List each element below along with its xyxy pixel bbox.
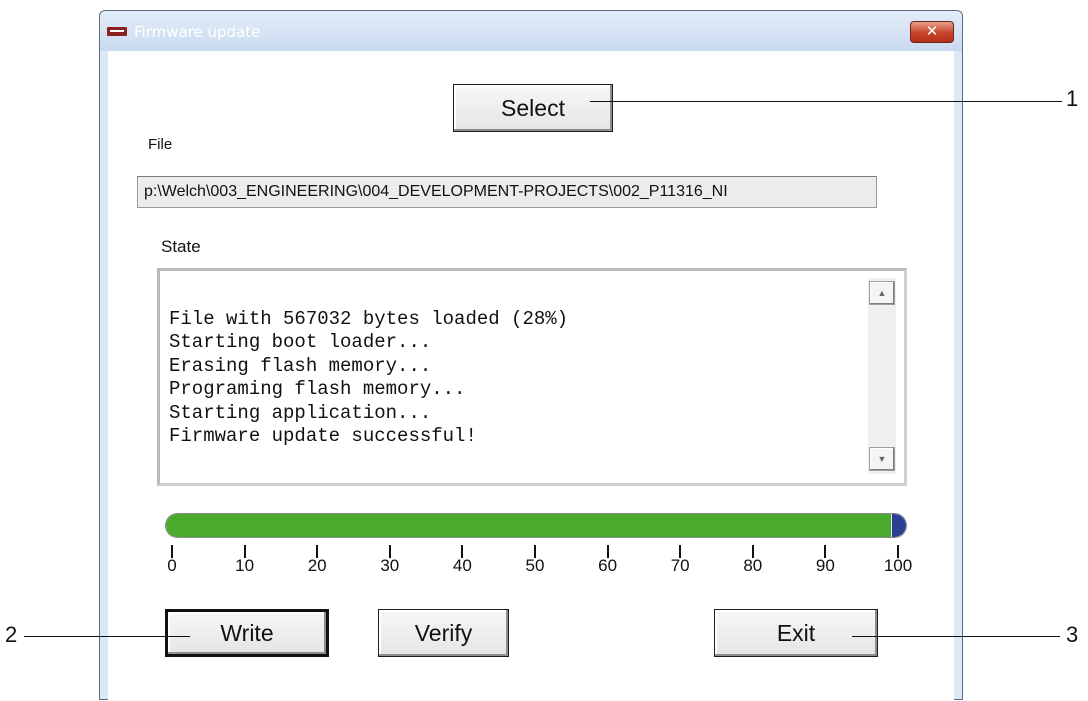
progress-end-cap xyxy=(892,514,906,537)
log-line: Starting boot loader... xyxy=(169,331,432,353)
verify-button[interactable]: Verify xyxy=(378,609,509,657)
state-log[interactable]: File with 567032 bytes loaded (28%) Start… xyxy=(157,268,907,486)
progress-tick-label: 90 xyxy=(815,556,835,575)
title-bar[interactable]: Firmware update ✕ xyxy=(100,11,962,51)
callout-line-1 xyxy=(590,101,1062,102)
scroll-up-arrow-icon[interactable]: ▲ xyxy=(869,281,895,305)
progress-tick-label: 40 xyxy=(452,556,472,575)
window-title: Firmware update xyxy=(134,23,261,41)
progress-tick-label: 20 xyxy=(307,556,327,575)
callout-number-1: 1 xyxy=(1066,86,1079,111)
progress-tick-label: 50 xyxy=(525,556,545,575)
progress-fill xyxy=(166,514,892,537)
log-line: Programing flash memory... xyxy=(169,378,466,400)
progress-tick-label: 30 xyxy=(380,556,400,575)
progress-tick-label: 100 xyxy=(883,556,913,575)
file-label: File xyxy=(148,136,173,153)
callout-line-3 xyxy=(852,636,1060,637)
log-line: Firmware update successful! xyxy=(169,425,477,447)
progress-tick-label: 0 xyxy=(167,556,177,575)
progress-tick-label: 60 xyxy=(598,556,618,575)
progress-tick-label: 70 xyxy=(670,556,690,575)
exit-button[interactable]: Exit xyxy=(714,609,878,657)
state-log-text: File with 567032 bytes loaded (28%) Start… xyxy=(169,284,568,449)
file-path-field[interactable]: p:\Welch\003_ENGINEERING\004_DEVELOPMENT… xyxy=(137,176,877,208)
scroll-down-arrow-icon[interactable]: ▼ xyxy=(869,447,895,471)
select-button[interactable]: Select xyxy=(453,84,613,132)
log-line: Erasing flash memory... xyxy=(169,354,432,377)
log-line: Starting application... xyxy=(169,401,432,424)
app-logo-icon xyxy=(107,27,127,36)
progress-bar xyxy=(165,513,907,538)
log-line: File with 567032 bytes loaded (28%) xyxy=(169,307,569,330)
callout-line-2 xyxy=(24,636,190,637)
callout-number-2: 2 xyxy=(5,622,18,647)
vertical-scrollbar[interactable]: ▲ ▼ xyxy=(868,278,896,474)
close-button[interactable]: ✕ xyxy=(910,21,954,43)
progress-tick-label: 80 xyxy=(743,556,763,575)
write-button[interactable]: Write xyxy=(165,609,329,657)
state-label: State xyxy=(161,237,201,256)
callout-number-3: 3 xyxy=(1066,622,1079,647)
progress-tick-label: 10 xyxy=(235,556,255,575)
